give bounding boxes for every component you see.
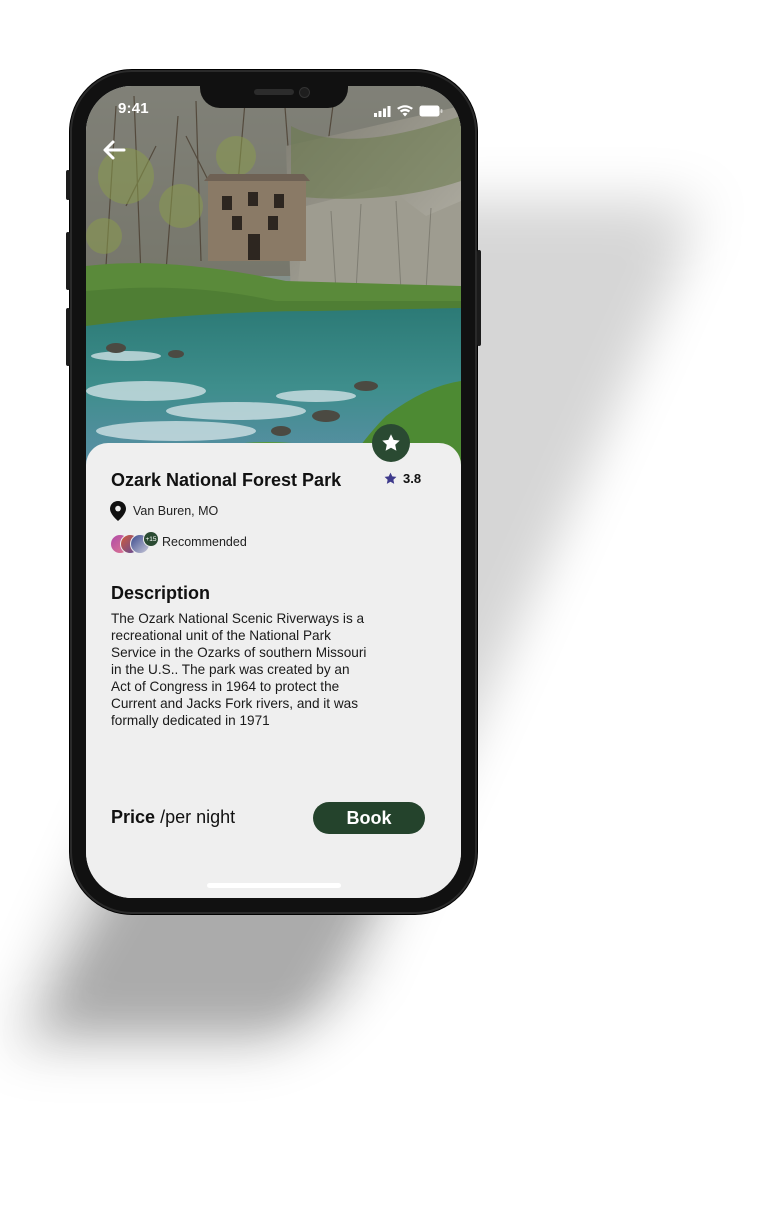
star-icon [382, 434, 400, 451]
price-unit: /per night [160, 807, 236, 827]
status-icons [374, 102, 443, 121]
location-row: Van Buren, MO [110, 501, 218, 521]
location-text: Van Buren, MO [133, 504, 219, 518]
speaker-grille [254, 89, 294, 95]
recommender-count-badge: +15 [143, 531, 159, 547]
back-arrow-icon[interactable] [100, 136, 128, 164]
wifi-icon [397, 102, 413, 121]
description-heading: Description [111, 583, 211, 603]
description-line: recreational unit of the National Park [111, 628, 331, 643]
description-line: in the U.S.. The park was created by an [111, 662, 350, 677]
status-time: 9:41 [118, 100, 149, 117]
battery-icon [419, 102, 443, 121]
location-pin-icon [110, 501, 126, 521]
price-info: Price /per night [111, 807, 235, 828]
phone-notch [200, 86, 348, 108]
recommended-label: Recommended [162, 535, 247, 549]
price-label: Price [111, 807, 156, 827]
description-line: Service in the Ozarks of southern Missou… [111, 645, 367, 660]
volume-up-button [66, 232, 70, 290]
app-screen: 9:41 Ozark National Forest Park 3.8 Van … [86, 86, 461, 898]
favorite-button[interactable] [372, 424, 410, 462]
park-title: Ozark National Forest Park [111, 470, 342, 490]
recommender-avatars: +15 [110, 531, 159, 554]
signal-icon [374, 102, 391, 121]
phone-frame: 9:41 Ozark National Forest Park 3.8 Van … [66, 70, 481, 914]
description-line: Current and Jacks Fork rivers, and it wa… [111, 696, 359, 711]
volume-down-button [66, 308, 70, 366]
power-button [477, 250, 481, 346]
description-line: formally dedicated in 1971 [111, 713, 270, 728]
home-indicator[interactable] [207, 883, 341, 888]
silent-switch [66, 170, 70, 200]
rating: 3.8 [383, 471, 421, 486]
park-hero-image [86, 86, 461, 466]
rating-value: 3.8 [403, 471, 422, 486]
recommended-row: +15 Recommended [110, 531, 247, 554]
description-line: Act of Congress in 1964 to protect the [111, 679, 340, 694]
description-line: The Ozark National Scenic Riverways is a [111, 611, 365, 626]
front-camera [299, 87, 310, 98]
rating-star-icon [384, 472, 397, 484]
description-text: The Ozark National Scenic Riverways is a… [111, 610, 411, 729]
book-button[interactable]: Book [313, 802, 425, 834]
